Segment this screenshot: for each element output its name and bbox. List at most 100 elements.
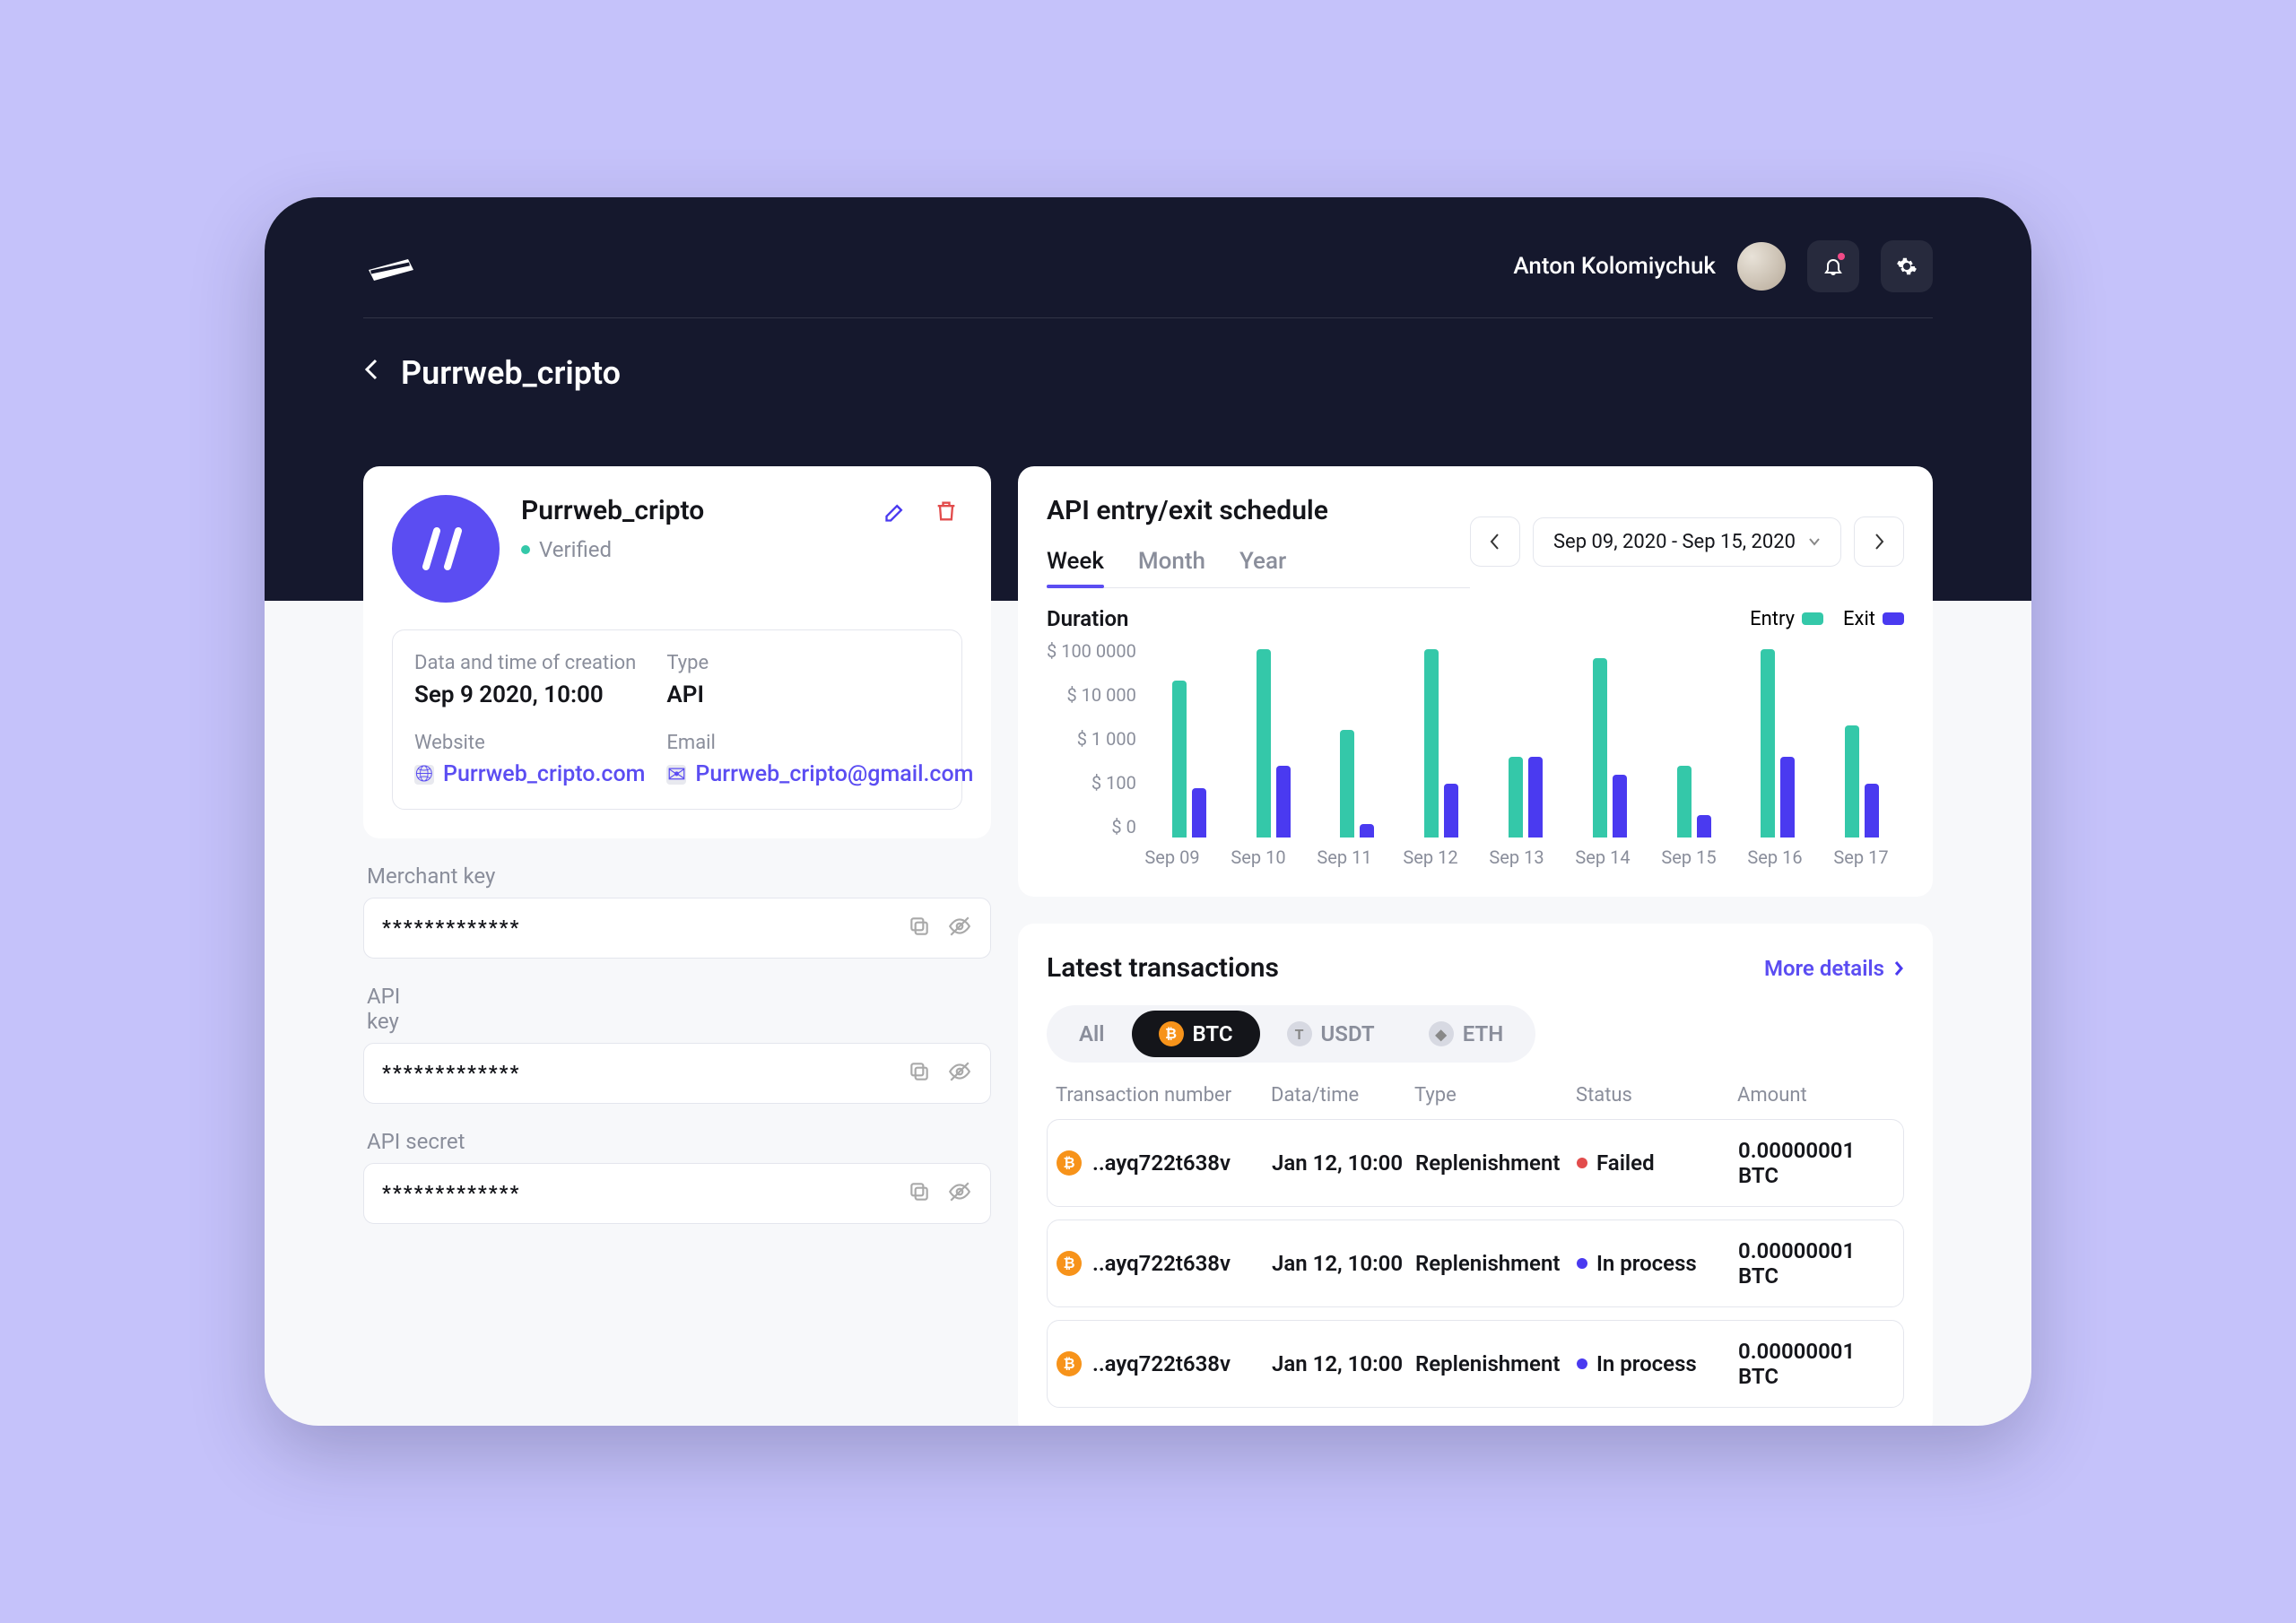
website-value: Purrweb_cripto.com [443,761,645,787]
top-right: Anton Kolomiychuk [1513,240,1933,292]
legend-entry-label: Entry [1750,608,1795,630]
chart-x-axis: Sep 09Sep 10Sep 11Sep 12Sep 13Sep 14Sep … [1129,838,1904,868]
merchant-key-label: Merchant key [367,864,991,889]
right-column: API entry/exit schedule Week Month Year … [1018,466,1933,1426]
email-link[interactable]: ✉︎ Purrweb_cripto@gmail.com [666,761,973,787]
range-prev-button[interactable] [1470,516,1520,567]
transactions-card: Latest transactions More details All ₿BT… [1018,924,1933,1426]
bar-group [1652,766,1736,838]
bar-exit [1360,824,1374,838]
btc-icon: ₿ [1159,1021,1184,1046]
bar-entry [1340,730,1354,838]
topbar: Anton Kolomiychuk [363,240,1933,318]
merchant-key-section: Merchant key ************* [363,860,991,959]
info-box: Data and time of creation Sep 9 2020, 10… [392,629,962,810]
status-dot-icon [1577,1258,1587,1269]
edit-button[interactable] [880,495,912,527]
chart-legend: Entry Exit [1750,608,1904,630]
bar-group [1735,649,1820,838]
more-details-link[interactable]: More details [1764,956,1904,981]
filter-usdt[interactable]: TUSDT [1260,1011,1402,1057]
transaction-row[interactable]: ₿..ayq722t638vJan 12, 10:00Replenishment… [1047,1119,1904,1207]
bar-entry [1424,649,1439,838]
tx-datetime: Jan 12, 10:00 [1272,1351,1415,1376]
bar-group [1820,725,1904,838]
api-secret-label: API secret [367,1129,991,1154]
tab-year[interactable]: Year [1239,548,1286,587]
email-value: Purrweb_cripto@gmail.com [695,761,973,787]
delete-button[interactable] [930,495,962,527]
bar-group [1147,681,1231,838]
bar-exit [1697,815,1711,838]
duration-label: Duration [1047,606,1128,631]
schedule-card: API entry/exit schedule Week Month Year … [1018,466,1933,897]
schedule-tabs: Week Month Year [1047,548,1470,588]
col-datetime: Data/time [1271,1084,1414,1107]
chevron-left-icon [363,357,379,382]
verified-label: Verified [539,537,612,562]
chart-y-axis: $ 100 0000$ 10 000$ 1 000$ 100$ 0 [1047,640,1147,838]
api-secret-section: API secret ************* [363,1125,991,1224]
type-value: API [666,681,973,708]
bar-entry [1257,649,1271,838]
range-next-button[interactable] [1854,516,1904,567]
toggle-api-secret-button[interactable] [947,1180,972,1207]
left-column: Purrweb_cripto Verified [363,466,991,1224]
website-label: Website [414,732,645,754]
filter-eth[interactable]: ◆ETH [1402,1011,1531,1057]
avatar[interactable] [1737,242,1786,291]
bar-entry [1677,766,1692,838]
usdt-icon: T [1287,1021,1312,1046]
chevron-left-icon [1489,533,1501,551]
bar-entry [1172,681,1187,838]
tx-number: ₿..ayq722t638v [1057,1351,1272,1376]
back-button[interactable] [363,357,379,389]
merchant-name: Purrweb_cripto [521,495,858,526]
transactions-title: Latest transactions [1047,952,1279,984]
tx-status: In process [1577,1251,1738,1276]
bar-exit [1444,784,1458,838]
settings-button[interactable] [1881,240,1933,292]
filter-btc[interactable]: ₿BTC [1132,1011,1260,1057]
chevron-right-icon [1893,960,1904,976]
transaction-row[interactable]: ₿..ayq722t638vJan 12, 10:00Replenishment… [1047,1320,1904,1408]
more-details-label: More details [1764,956,1884,981]
copy-api-secret-button[interactable] [908,1180,931,1207]
tab-week[interactable]: Week [1047,548,1104,587]
tx-amount: 0.00000001 BTC [1738,1238,1894,1289]
toggle-merchant-key-button[interactable] [947,915,972,942]
bar-entry [1509,757,1523,838]
eye-off-icon [947,915,972,938]
x-tick: Sep 10 [1215,846,1301,868]
notifications-button[interactable] [1807,240,1859,292]
x-tick: Sep 17 [1818,846,1904,868]
verified-dot-icon [521,545,530,554]
email-label: Email [666,732,973,754]
tx-amount: 0.00000001 BTC [1738,1339,1894,1389]
bar-group [1568,658,1652,838]
bar-exit [1192,788,1206,838]
transaction-row[interactable]: ₿..ayq722t638vJan 12, 10:00Replenishment… [1047,1219,1904,1307]
tx-datetime: Jan 12, 10:00 [1272,1150,1415,1176]
date-range-picker[interactable]: Sep 09, 2020 - Sep 15, 2020 [1533,517,1841,567]
website-link[interactable]: 🌐︎ Purrweb_cripto.com [414,761,645,787]
content: Purrweb_cripto Verified [363,466,1933,1426]
y-tick: $ 100 [1091,772,1136,794]
transactions-rows: ₿..ayq722t638vJan 12, 10:00Replenishment… [1047,1119,1904,1408]
eye-off-icon [947,1060,972,1083]
filter-all[interactable]: All [1052,1011,1132,1057]
legend-exit-swatch-icon [1883,612,1904,625]
merchant-key-field: ************* [363,898,991,959]
copy-merchant-key-button[interactable] [908,915,931,942]
y-tick: $ 10 000 [1066,684,1135,706]
copy-api-key-button[interactable] [908,1060,931,1087]
toggle-api-key-button[interactable] [947,1060,972,1087]
col-status: Status [1576,1084,1737,1107]
col-amount: Amount [1737,1084,1895,1107]
status-dot-icon [1577,1358,1587,1369]
col-number: Transaction number [1056,1084,1271,1107]
tab-month[interactable]: Month [1138,548,1205,587]
date-range-label: Sep 09, 2020 - Sep 15, 2020 [1553,531,1796,553]
bar-entry [1761,649,1775,838]
chevron-right-icon [1873,533,1885,551]
